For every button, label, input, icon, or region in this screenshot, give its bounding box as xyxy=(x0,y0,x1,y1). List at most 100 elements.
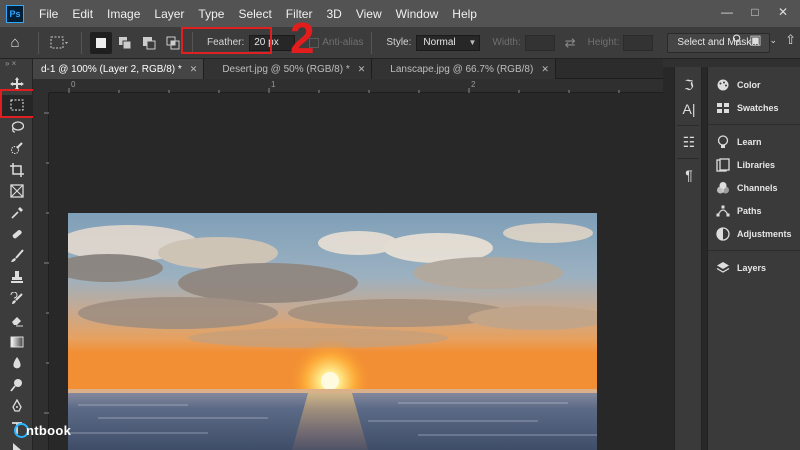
swatches-icon xyxy=(717,102,729,113)
panel-icon-strip: ℑ A| ☷ ¶ xyxy=(674,67,702,450)
marquee-tool-highlight-box xyxy=(0,89,35,118)
home-icon[interactable]: ⌂ xyxy=(0,28,30,58)
swap-icon[interactable]: ⇄ xyxy=(565,35,576,51)
panel-learn-label: Learn xyxy=(737,136,762,147)
panel-channels-label: Channels xyxy=(737,182,778,193)
menu-help[interactable]: Help xyxy=(445,7,484,21)
menu-type[interactable]: Type xyxy=(191,7,231,21)
tab-label: Desert.jpg @ 50% (RGB/8) * xyxy=(222,63,350,75)
tab-label: Lanscape.jpg @ 66.7% (RGB/8) xyxy=(390,63,534,75)
brush-tool-icon[interactable] xyxy=(0,245,33,267)
channels-icon xyxy=(717,181,729,193)
menu-file[interactable]: File xyxy=(32,7,65,21)
tab-label: d-1 @ 100% (Layer 2, RGB/8) * xyxy=(41,63,182,75)
panel-channels[interactable]: Channels xyxy=(708,176,800,199)
eyedropper-tool-icon[interactable] xyxy=(0,202,33,224)
history-brush-tool-icon[interactable] xyxy=(0,288,33,310)
menu-image[interactable]: Image xyxy=(100,7,147,21)
ruler-vertical[interactable] xyxy=(33,93,49,450)
paragraph-icon[interactable]: ¶ xyxy=(675,163,703,187)
panel-learn[interactable]: Learn xyxy=(708,130,800,153)
lasso-tool-icon[interactable] xyxy=(0,116,33,138)
height-input[interactable] xyxy=(623,34,654,51)
add-to-selection-icon[interactable] xyxy=(114,32,136,54)
gradient-tool-icon[interactable] xyxy=(0,331,33,353)
menu-3d[interactable]: 3D xyxy=(319,7,348,21)
panel-color-label: Color xyxy=(737,79,761,90)
menu-select[interactable]: Select xyxy=(231,7,278,21)
ruler-mark-1: 1 xyxy=(271,80,276,89)
tab-desert[interactable]: Desert.jpg @ 50% (RGB/8) * ✕ xyxy=(204,59,373,79)
pen-tool-icon[interactable] xyxy=(0,396,33,418)
divider xyxy=(38,31,39,54)
divider xyxy=(677,125,699,126)
quick-selection-tool-icon[interactable] xyxy=(0,138,33,160)
crop-tool-icon[interactable] xyxy=(0,159,33,181)
workspace-icon[interactable]: ▣ xyxy=(749,32,761,48)
close-icon[interactable]: ✕ xyxy=(190,64,198,75)
panel-libraries[interactable]: Libraries xyxy=(708,153,800,176)
options-right: ⚲ ▣ ⌄ ⇧ xyxy=(732,32,796,48)
width-label: Width: xyxy=(492,37,521,48)
menu-layer[interactable]: Layer xyxy=(147,7,191,21)
panel-collapse-bar[interactable] xyxy=(663,59,800,67)
search-icon[interactable]: ⚲ xyxy=(732,32,742,48)
layers-icon xyxy=(716,261,730,273)
panel-swatches-label: Swatches xyxy=(737,102,779,113)
tool-preset-marquee-icon[interactable] xyxy=(47,32,73,54)
healing-brush-tool-icon[interactable] xyxy=(0,224,33,246)
menu-window[interactable]: Window xyxy=(389,7,446,21)
style-value: Normal xyxy=(423,36,456,48)
ruler-horizontal[interactable]: 0 1 2 xyxy=(49,79,663,93)
blur-tool-icon[interactable] xyxy=(0,353,33,375)
subtract-from-selection-icon[interactable] xyxy=(138,32,160,54)
toolbar-collapse-icon[interactable]: » × xyxy=(0,59,32,73)
divider xyxy=(371,31,373,54)
dodge-tool-icon[interactable] xyxy=(0,374,33,396)
photoshop-logo: Ps xyxy=(6,4,24,23)
options-bar: ⌂ Feather: 20 px Anti-alias Style: Norma… xyxy=(0,27,800,59)
properties-icon[interactable]: ☷ xyxy=(675,130,703,154)
menu-view[interactable]: View xyxy=(349,7,389,21)
share-icon[interactable]: ⇧ xyxy=(785,32,796,48)
panel-libraries-label: Libraries xyxy=(737,159,776,170)
new-selection-icon[interactable] xyxy=(90,31,112,54)
anti-alias-checkbox[interactable]: Anti-alias xyxy=(309,37,363,48)
close-icon[interactable]: ✕ xyxy=(358,64,366,75)
sunset-photo[interactable] xyxy=(68,213,597,450)
history-icon[interactable]: ℑ xyxy=(675,73,703,97)
paths-icon xyxy=(716,205,730,216)
eraser-tool-icon[interactable] xyxy=(0,310,33,332)
menu-edit[interactable]: Edit xyxy=(65,7,100,21)
tab-lanscape[interactable]: Lanscape.jpg @ 66.7% (RGB/8) ✕ xyxy=(372,59,556,79)
panel-color[interactable]: Color xyxy=(708,73,800,96)
panel-adjustments[interactable]: Adjustments xyxy=(708,222,800,245)
height-label: Height: xyxy=(587,37,620,48)
lightbulb-icon xyxy=(717,134,729,148)
close-icon[interactable]: ✕ xyxy=(772,3,794,21)
anti-alias-label: Anti-alias xyxy=(322,37,364,48)
maximize-icon[interactable]: □ xyxy=(744,3,766,21)
path-selection-tool-icon[interactable] xyxy=(0,439,33,450)
tab-document-1[interactable]: d-1 @ 100% (Layer 2, RGB/8) * ✕ xyxy=(33,59,205,79)
divider xyxy=(677,158,699,159)
character-icon[interactable]: A| xyxy=(675,97,703,121)
panel-paths[interactable]: Paths xyxy=(708,199,800,222)
divider xyxy=(708,250,800,251)
minimize-icon[interactable]: — xyxy=(716,3,738,21)
width-input[interactable] xyxy=(524,34,555,51)
style-select[interactable]: Normal ▼ xyxy=(416,34,481,51)
divider xyxy=(81,31,82,54)
clone-stamp-tool-icon[interactable] xyxy=(0,267,33,289)
ruler-mark-0: 0 xyxy=(71,80,76,89)
panel-layers-label: Layers xyxy=(737,262,767,273)
frame-tool-icon[interactable] xyxy=(0,181,33,203)
chevron-down-icon: ▼ xyxy=(468,37,477,47)
panel-layers[interactable]: Layers xyxy=(708,256,800,279)
watermark-text: ntbook xyxy=(26,423,72,438)
panel-swatches[interactable]: Swatches xyxy=(708,96,800,119)
adjustments-icon xyxy=(716,226,730,241)
document-tabs: d-1 @ 100% (Layer 2, RGB/8) * ✕ Desert.j… xyxy=(33,59,663,79)
close-icon[interactable]: ✕ xyxy=(541,64,549,75)
chevron-down-icon[interactable]: ⌄ xyxy=(770,35,778,46)
